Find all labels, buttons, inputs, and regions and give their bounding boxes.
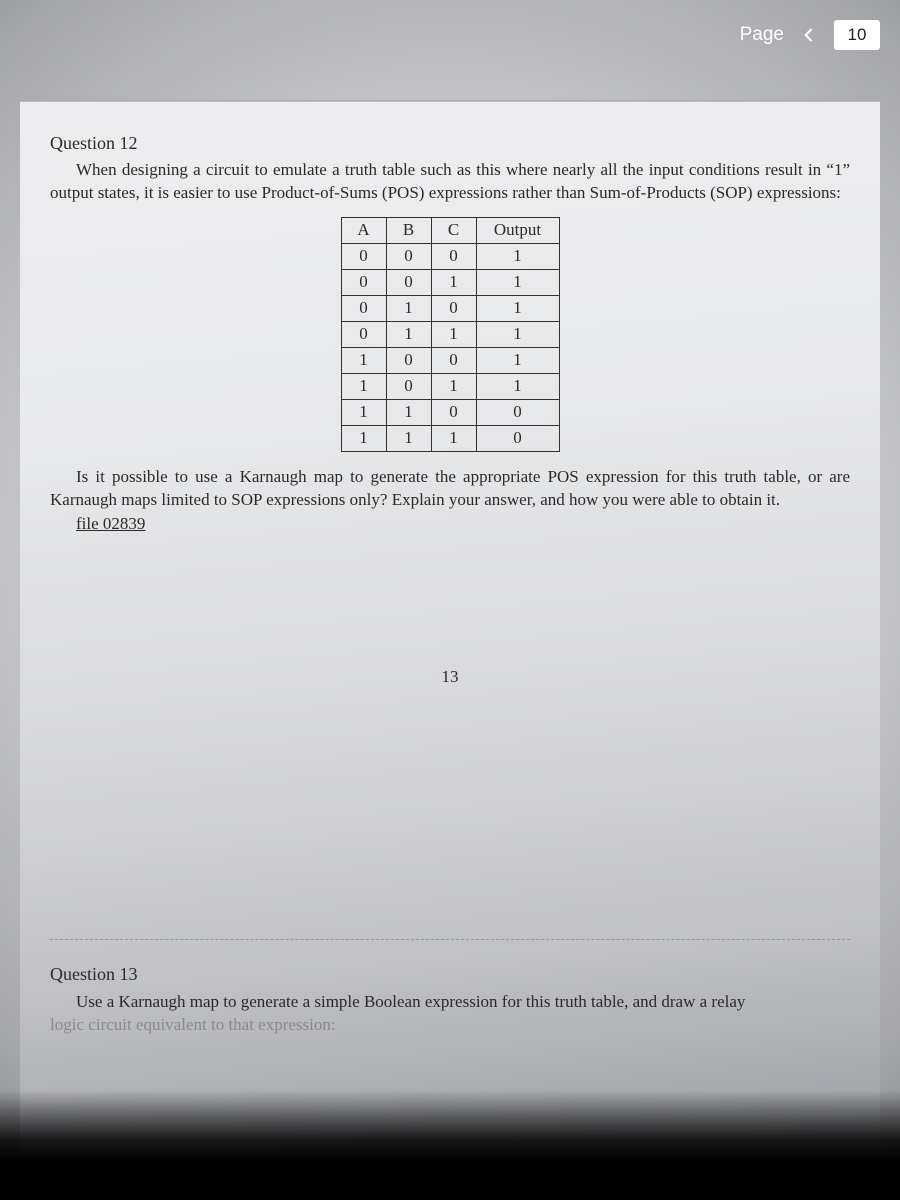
document-page: Question 12 When designing a circuit to …: [20, 100, 880, 1200]
truth-table-wrapper: A B C Output 0001 0011 0101 0111 1001 10…: [50, 217, 850, 451]
table-header-row: A B C Output: [341, 218, 559, 244]
table-row: 0111: [341, 321, 559, 347]
prev-page-button[interactable]: [798, 24, 820, 46]
table-row: 1011: [341, 373, 559, 399]
question-12-paragraph-1: When designing a circuit to emulate a tr…: [50, 159, 850, 205]
viewer-topbar: Page 10: [0, 0, 900, 70]
th-Output: Output: [476, 218, 559, 244]
page-number-input[interactable]: 10: [834, 20, 880, 50]
table-row: 0001: [341, 244, 559, 270]
question-12-title: Question 12: [50, 131, 850, 155]
q12-p2-line1: Is it possible to use a Karnaugh map to …: [50, 467, 801, 486]
table-row: 1001: [341, 347, 559, 373]
question-13-title: Question 13: [50, 962, 850, 986]
question-13-paragraph-cutoff: logic circuit equivalent to that express…: [50, 1014, 850, 1037]
page-label: Page: [740, 24, 784, 46]
th-B: B: [386, 218, 431, 244]
truth-table: A B C Output 0001 0011 0101 0111 1001 10…: [341, 217, 560, 451]
th-A: A: [341, 218, 386, 244]
q13-p1-line1: Use a Karnaugh map to generate a simple …: [50, 992, 745, 1011]
page-footer-number: 13: [50, 666, 850, 689]
table-row: 1100: [341, 399, 559, 425]
question-12-paragraph-2: Is it possible to use a Karnaugh map to …: [50, 466, 850, 512]
table-row: 1110: [341, 425, 559, 451]
q12-p1-line1: When designing a circuit to emulate a tr…: [50, 160, 803, 179]
page-separator: [50, 939, 850, 940]
file-reference-link[interactable]: file 02839: [76, 513, 145, 536]
table-row: 0101: [341, 295, 559, 321]
th-C: C: [431, 218, 476, 244]
table-row: 0011: [341, 270, 559, 296]
question-13-paragraph-1: Use a Karnaugh map to generate a simple …: [50, 991, 850, 1014]
device-brand-watermark: ASUS: [413, 1172, 486, 1200]
question-13-block: Question 13 Use a Karnaugh map to genera…: [50, 962, 850, 1036]
